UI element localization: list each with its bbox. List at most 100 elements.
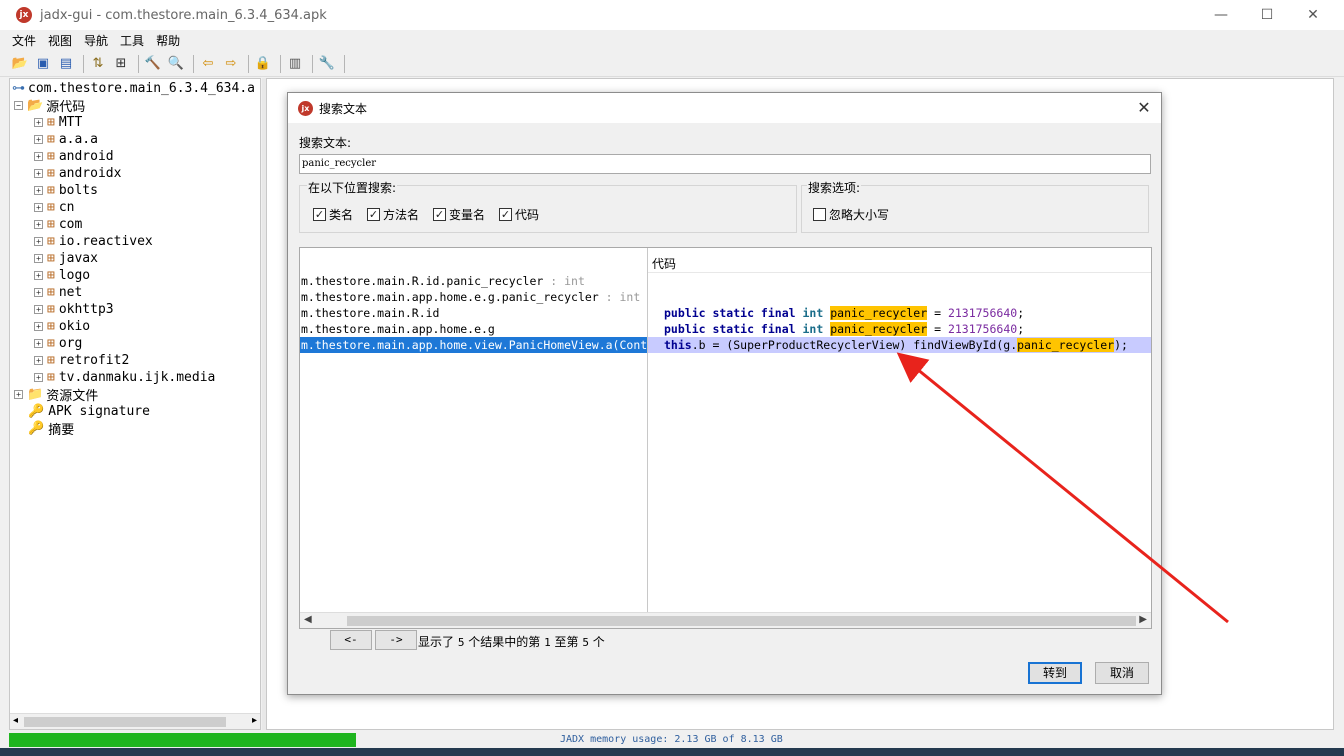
menu-file[interactable]: 文件 [12,32,36,49]
tree-item-package[interactable]: + ⊞ MTT [34,114,82,131]
tree-item-package[interactable]: + ⊞ okhttp3 [34,301,114,318]
checkbox-checked-icon[interactable]: ✓ [313,208,326,221]
cancel-button[interactable]: 取消 [1095,662,1149,684]
checkbox-checked-icon[interactable]: ✓ [433,208,446,221]
expand-icon[interactable]: + [34,288,43,297]
checkbox-field-name[interactable]: ✓ 变量名 [433,206,485,223]
scroll-right-icon[interactable]: ▸ [252,715,257,726]
tree-item-package[interactable]: + ⊞ androidx [34,165,121,182]
scroll-left-icon[interactable]: ◀ [304,614,312,625]
checkbox-unchecked-icon[interactable] [813,208,826,221]
result-row[interactable]: m.thestore.main.app.home.e.g.panic_recyc… [300,289,647,305]
expand-icon[interactable]: + [34,203,43,212]
expand-icon[interactable]: + [34,305,43,314]
tree-item-package[interactable]: + ⊞ retrofit2 [34,352,129,369]
menu-view[interactable]: 视图 [48,32,72,49]
toolbar-separator [312,54,313,73]
dialog-close-button[interactable]: ✕ [1133,97,1155,119]
tree-item-package[interactable]: + ⊞ io.reactivex [34,233,153,250]
expand-icon[interactable]: + [34,186,43,195]
result-row[interactable]: m.thestore.main.app.home.e.g [300,321,647,337]
checkbox-checked-icon[interactable]: ✓ [367,208,380,221]
checkbox-class-name[interactable]: ✓ 类名 [313,206,353,223]
tree-root-apk[interactable]: ⊶ com.thestore.main_6.3.4_634.a [12,80,255,97]
code-line-selected[interactable]: this.b = (SuperProductRecyclerView) find… [648,337,1151,353]
column-divider[interactable] [647,248,648,612]
checkbox-checked-icon[interactable]: ✓ [499,208,512,221]
search-in-label: 在以下位置搜索: [307,179,398,196]
sync-tree-icon[interactable]: ⇅ [88,54,108,74]
expand-icon[interactable]: + [34,254,43,263]
expand-icon[interactable]: + [14,390,23,399]
code-line[interactable]: public static final int panic_recycler =… [648,321,1151,337]
expand-icon[interactable]: + [34,118,43,127]
results-horizontal-scrollbar[interactable]: ◀ ▶ [300,612,1151,628]
checkbox-method-name[interactable]: ✓ 方法名 [367,206,419,223]
prev-page-button[interactable]: <- [330,630,372,650]
forward-icon[interactable]: ⇨ [221,54,241,74]
tree-item-apk-signature[interactable]: 🔑 APK signature [28,403,150,420]
flatten-packages-icon[interactable]: ⊞ [111,54,131,74]
tree-item-package[interactable]: + ⊞ javax [34,250,98,267]
preferences-icon[interactable]: 🔧 [317,54,337,74]
expand-icon[interactable]: + [34,169,43,178]
tree-item-package[interactable]: + ⊞ org [34,335,82,352]
tree-item-package[interactable]: + ⊞ bolts [34,182,98,199]
tree-item-package[interactable]: + ⊞ okio [34,318,90,335]
back-icon[interactable]: ⇦ [198,54,218,74]
open-file-icon[interactable]: 📂 [10,54,30,74]
tree-item-summary[interactable]: 🔑 摘要 [28,420,74,438]
expand-icon[interactable]: + [34,356,43,365]
tree-item-package[interactable]: + ⊞ tv.danmaku.ijk.media [34,369,215,386]
expand-icon[interactable]: + [34,339,43,348]
expand-icon[interactable]: + [34,220,43,229]
checkbox-label: 忽略大小写 [829,208,890,222]
menu-help[interactable]: 帮助 [156,32,180,49]
scrollbar-thumb[interactable] [347,616,1136,626]
expand-icon[interactable]: + [34,237,43,246]
goto-button[interactable]: 转到 [1028,662,1082,684]
tree-item-package[interactable]: + ⊞ cn [34,199,74,216]
minimize-button[interactable]: — [1198,0,1244,30]
code-column-header[interactable]: 代码 [652,255,676,272]
tree-item-package[interactable]: + ⊞ android [34,148,114,165]
expand-icon[interactable]: + [34,271,43,280]
tree-item-resources[interactable]: + 📁 资源文件 [14,386,98,404]
next-page-button[interactable]: -> [375,630,417,650]
expand-icon[interactable]: + [34,373,43,382]
tree-horizontal-scrollbar[interactable]: ◂ ▸ [10,713,260,729]
result-row-selected[interactable]: m.thestore.main.app.home.view.PanicHomeV… [300,337,647,353]
tree-item-package[interactable]: + ⊞ a.a.a [34,131,98,148]
menu-tools[interactable]: 工具 [120,32,144,49]
checkbox-ignore-case[interactable]: 忽略大小写 [813,206,889,223]
tree-item-package[interactable]: + ⊞ net [34,284,82,301]
expand-icon[interactable]: + [34,152,43,161]
scroll-right-icon[interactable]: ▶ [1139,614,1147,625]
scroll-left-icon[interactable]: ◂ [13,715,18,726]
search-input[interactable]: panic_recycler [299,154,1151,174]
close-button[interactable]: ✕ [1290,0,1336,30]
save-all-icon[interactable]: ▣ [33,54,53,74]
tree-item-source[interactable]: − 📂 源代码 [14,97,85,115]
expand-icon[interactable]: + [34,135,43,144]
toolbar-separator [344,54,345,73]
log-viewer-icon[interactable]: ▥ [285,54,305,74]
maximize-button[interactable]: ☐ [1244,0,1290,30]
deobfuscation-icon[interactable]: 🔒 [253,54,273,74]
export-icon[interactable]: ▤ [56,54,76,74]
search-results-table[interactable]: 代码 m.thestore.main.R.id.panic_recycler :… [299,247,1152,629]
expand-icon[interactable]: + [34,322,43,331]
code-line[interactable]: public static final int panic_recycler =… [648,305,1151,321]
project-tree[interactable]: ⊶ com.thestore.main_6.3.4_634.a − 📂 源代码 … [9,78,261,730]
text-search-icon[interactable]: 🔨 [143,54,163,74]
result-row[interactable]: m.thestore.main.R.id.panic_recycler : in… [300,273,647,289]
scrollbar-thumb[interactable] [24,717,226,727]
checkbox-code[interactable]: ✓ 代码 [499,206,539,223]
menu-navigation[interactable]: 导航 [84,32,108,49]
tree-item-package[interactable]: + ⊞ com [34,216,82,233]
class-search-icon[interactable]: 🔍 [166,54,186,74]
tree-item-package[interactable]: + ⊞ logo [34,267,90,284]
jadx-logo-icon: jx [298,100,313,116]
collapse-icon[interactable]: − [14,101,23,110]
result-row[interactable]: m.thestore.main.R.id [300,305,647,321]
